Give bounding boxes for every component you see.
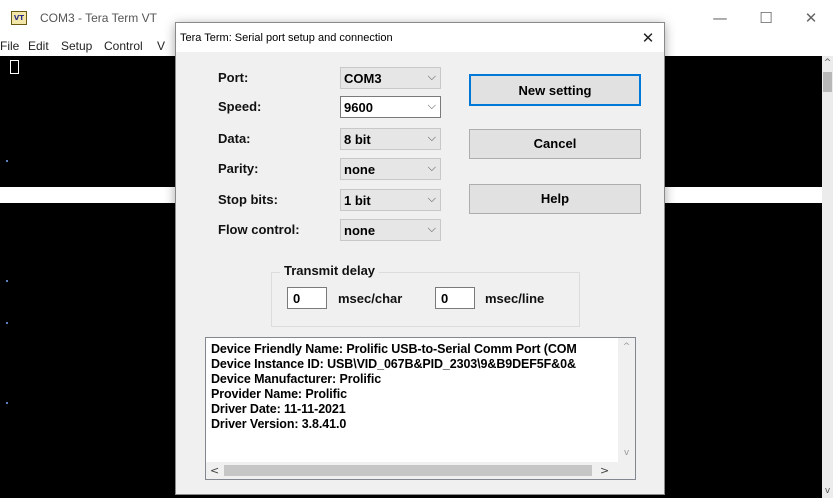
data-bits-value: 8 bit xyxy=(344,132,371,147)
data-bits-label: Data: xyxy=(218,131,251,146)
main-window-title: COM3 - Tera Term VT xyxy=(40,11,157,25)
cancel-button[interactable]: Cancel xyxy=(469,129,641,159)
close-window-button[interactable]: ✕ xyxy=(788,6,833,30)
terminal-vertical-scrollbar[interactable]: ^ v xyxy=(822,56,833,498)
menu-edit[interactable]: Edit xyxy=(28,39,49,53)
terminal-marker xyxy=(6,322,8,324)
chevron-down-icon: ⌵ xyxy=(427,131,436,144)
flow-control-select[interactable]: none ⌵ xyxy=(340,219,441,241)
scroll-up-arrow-icon[interactable]: ^ xyxy=(822,58,833,68)
port-label: Port: xyxy=(218,70,249,85)
menu-setup[interactable]: Setup xyxy=(61,39,92,53)
scrollbar-thumb[interactable] xyxy=(224,465,592,476)
chevron-down-icon: ⌵ xyxy=(427,161,436,174)
speed-value: 9600 xyxy=(344,100,373,115)
dialog-title-bar[interactable]: Tera Term: Serial port setup and connect… xyxy=(176,23,664,52)
scroll-up-arrow-icon[interactable]: ^ xyxy=(618,342,635,352)
parity-label: Parity: xyxy=(218,161,259,176)
chevron-down-icon[interactable]: ⌵ xyxy=(428,99,436,113)
scroll-left-arrow-icon[interactable]: < xyxy=(210,464,219,477)
speed-label: Speed: xyxy=(218,99,262,114)
speed-combobox[interactable]: 9600 ⌵ xyxy=(340,96,441,118)
data-bits-select[interactable]: 8 bit ⌵ xyxy=(340,128,441,150)
scroll-right-arrow-icon[interactable]: > xyxy=(600,464,609,477)
terminal-marker xyxy=(6,160,8,162)
menu-window[interactable]: V xyxy=(157,39,165,53)
chevron-down-icon: ⌵ xyxy=(427,192,436,205)
device-manufacturer: Device Manufacturer: Prolific xyxy=(211,372,382,386)
stop-bits-select[interactable]: 1 bit ⌵ xyxy=(340,189,441,211)
port-select[interactable]: COM3 ⌵ xyxy=(340,67,441,89)
tera-term-app-icon: VT xyxy=(11,11,27,25)
device-info-vertical-scrollbar[interactable]: ^ v xyxy=(618,338,635,463)
parity-value: none xyxy=(344,162,376,177)
chevron-down-icon: ⌵ xyxy=(427,222,436,235)
maximize-button[interactable]: ☐ xyxy=(743,6,789,30)
dialog-title: Tera Term: Serial port setup and connect… xyxy=(180,32,393,44)
device-instance-id: Device Instance ID: USB\VID_067B&PID_230… xyxy=(211,357,576,371)
new-setting-button[interactable]: New setting xyxy=(469,74,641,106)
minimize-button[interactable]: — xyxy=(697,6,743,30)
flow-control-value: none xyxy=(344,223,376,238)
flow-control-label: Flow control: xyxy=(218,222,300,237)
scroll-down-arrow-icon[interactable]: v xyxy=(618,448,635,458)
msec-per-char-input[interactable]: 0 xyxy=(287,287,327,309)
msec-per-char-label: msec/char xyxy=(338,291,403,306)
scrollbar-thumb[interactable] xyxy=(823,72,832,92)
dialog-close-button[interactable]: ✕ xyxy=(636,27,660,49)
parity-select[interactable]: none ⌵ xyxy=(340,158,441,180)
driver-date: Driver Date: 11-11-2021 xyxy=(211,402,346,416)
msec-per-line-input[interactable]: 0 xyxy=(435,287,475,309)
transmit-delay-legend: Transmit delay xyxy=(280,263,380,278)
stop-bits-label: Stop bits: xyxy=(218,192,278,207)
scrollbar-corner xyxy=(618,462,635,479)
device-info-horizontal-scrollbar[interactable]: < > xyxy=(206,462,618,479)
menu-file[interactable]: File xyxy=(0,39,19,53)
serial-port-setup-dialog: Tera Term: Serial port setup and connect… xyxy=(175,22,665,495)
scroll-down-arrow-icon[interactable]: v xyxy=(822,486,833,496)
driver-version: Driver Version: 3.8.41.0 xyxy=(211,417,347,431)
terminal-cursor xyxy=(10,60,19,74)
provider-name: Provider Name: Prolific xyxy=(211,387,347,401)
msec-per-line-value: 0 xyxy=(441,291,449,306)
menu-control[interactable]: Control xyxy=(104,39,143,53)
msec-per-char-value: 0 xyxy=(293,291,301,306)
device-friendly-name: Device Friendly Name: Prolific USB-to-Se… xyxy=(211,342,577,356)
terminal-marker xyxy=(6,280,8,282)
device-info-textbox[interactable]: Device Friendly Name: Prolific USB-to-Se… xyxy=(205,337,636,480)
chevron-down-icon: ⌵ xyxy=(427,70,436,83)
port-value: COM3 xyxy=(344,71,382,86)
help-button[interactable]: Help xyxy=(469,184,641,214)
msec-per-line-label: msec/line xyxy=(485,291,545,306)
stop-bits-value: 1 bit xyxy=(344,193,371,208)
terminal-marker xyxy=(6,402,8,404)
